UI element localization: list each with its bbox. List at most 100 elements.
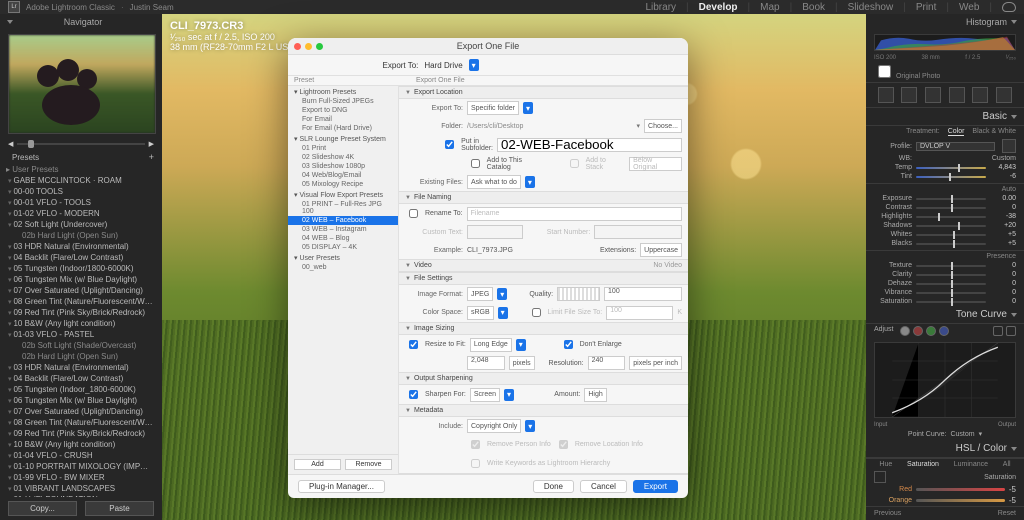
preset-item[interactable]: 03 HDR Natural (Environmental)	[8, 362, 154, 373]
preset-item[interactable]: 04 Backlit (Flare/Low Contrast)	[8, 373, 154, 384]
slider-shadows[interactable]: Shadows+20	[866, 221, 1024, 230]
previous-button[interactable]: Previous	[874, 510, 901, 517]
metadata-include-select[interactable]: Copyright Only	[467, 419, 521, 433]
plugin-manager-button[interactable]: Plug-in Manager...	[298, 480, 385, 493]
preset-item[interactable]: 03 Slideshow 1080p	[288, 162, 398, 171]
preset-item[interactable]: For Email (Hard Drive)	[288, 124, 398, 133]
module-book[interactable]: Book	[802, 2, 825, 13]
preset-item[interactable]: 02 WEB – Facebook	[288, 216, 398, 225]
preset-item[interactable]: For Email	[288, 115, 398, 124]
limit-checkbox[interactable]	[532, 308, 541, 317]
preset-item[interactable]: 05 DISPLAY – 4K	[288, 243, 398, 252]
preset-group[interactable]: ▾ SLR Lounge Preset System	[288, 133, 398, 144]
treatment-color[interactable]: Color	[948, 128, 965, 136]
user-presets-row[interactable]: ▸ User Presets	[0, 164, 162, 175]
sharpen-checkbox[interactable]	[409, 390, 418, 399]
cancel-button[interactable]: Cancel	[580, 480, 627, 493]
develop-canvas[interactable]: CLI_7973.CR3 ¹⁄₂₅₀ sec at f / 2.5, ISO 2…	[162, 14, 866, 520]
preset-item[interactable]: 09 Red Tint (Pink Sky/Brick/Redrock)	[8, 428, 154, 439]
brush-tool-icon[interactable]	[996, 87, 1012, 103]
presets-header[interactable]: Presets +	[0, 150, 162, 164]
export-to-select[interactable]: Hard Drive	[424, 61, 462, 70]
module-web[interactable]: Web	[959, 2, 979, 13]
preset-group[interactable]: ▾ User Presets	[288, 252, 398, 263]
slider-saturation[interactable]: Saturation0	[866, 297, 1024, 306]
reset-button[interactable]: Reset	[998, 510, 1016, 517]
sec-file-settings[interactable]: File Settings	[399, 272, 688, 285]
preset-item[interactable]: 06 Tungsten Mix (w/ Blue Daylight)	[8, 395, 154, 406]
preset-item[interactable]: 08 Green Tint (Nature/Fluorescent/Window…	[8, 296, 154, 307]
preset-item[interactable]: 05 Mixology Recipe	[288, 180, 398, 189]
preset-item[interactable]: 04 Web/Blog/Email	[288, 171, 398, 180]
preset-item[interactable]: 10 B&W (Any light condition)	[8, 439, 154, 450]
preset-item[interactable]: 01-03 VFLO - PASTEL	[8, 329, 154, 340]
subfolder-checkbox[interactable]	[445, 140, 454, 149]
sec-file-naming[interactable]: File Naming	[399, 191, 688, 204]
copy-button[interactable]: Copy...	[8, 501, 77, 516]
slider-tint[interactable]: Tint-6	[866, 172, 1024, 181]
hsl-tab-lum[interactable]: Luminance	[954, 461, 988, 468]
module-print[interactable]: Print	[916, 2, 937, 13]
subfolder-input[interactable]	[497, 138, 682, 152]
slider-blacks[interactable]: Blacks+5	[866, 239, 1024, 248]
module-library[interactable]: Library	[645, 2, 676, 13]
sharpen-for-select[interactable]: Screen	[470, 388, 500, 402]
colorspace-select[interactable]: sRGB	[467, 306, 494, 320]
target-adjust-icon[interactable]	[874, 471, 886, 483]
redeye-tool-icon[interactable]	[925, 87, 941, 103]
preset-item[interactable]: 08 Green Tint (Nature/Fluorescent/Window…	[8, 417, 154, 428]
sec-video[interactable]: VideoNo Video	[399, 259, 688, 272]
noenlarge-checkbox[interactable]	[564, 340, 573, 349]
hsl-tab-sat[interactable]: Saturation	[907, 461, 939, 468]
slider-temp[interactable]: Temp4,843	[866, 163, 1024, 172]
preset-item[interactable]: 02 Slideshow 4K	[288, 153, 398, 162]
preset-item[interactable]: GABE MCCLINTOCK · ROAM	[8, 175, 154, 186]
mask-tool-icon[interactable]	[949, 87, 965, 103]
gradient-tool-icon[interactable]	[972, 87, 988, 103]
hsl-header[interactable]: HSL / Color	[866, 440, 1024, 458]
preset-item[interactable]: 01-10 PORTRAIT MIXOLOGY (IMPORT)	[8, 461, 154, 472]
done-button[interactable]: Done	[533, 480, 574, 493]
hsl-tab-all[interactable]: All	[1003, 461, 1011, 468]
preset-item[interactable]: 00_web	[288, 263, 398, 272]
preset-remove-button[interactable]: Remove	[345, 459, 392, 470]
slider-whites[interactable]: Whites+5	[866, 230, 1024, 239]
preset-item[interactable]: 03 WEB – Instagram	[288, 225, 398, 234]
treatment-bw[interactable]: Black & White	[972, 128, 1016, 136]
export-button[interactable]: Export	[633, 480, 678, 493]
preset-item[interactable]: 10 B&W (Any light condition)	[8, 318, 154, 329]
preset-item[interactable]: 09 Red Tint (Pink Sky/Brick/Redrock)	[8, 307, 154, 318]
choose-folder-button[interactable]: Choose...	[644, 119, 682, 133]
dropdown-icon[interactable]: ▾	[523, 102, 533, 114]
tonecurve-channel[interactable]: Adjust	[866, 324, 1024, 338]
histogram[interactable]	[874, 34, 1016, 51]
wb-select[interactable]: Custom	[992, 155, 1016, 162]
preset-group[interactable]: ▾ Lightroom Presets	[288, 86, 398, 97]
preset-item[interactable]: 00-00 TOOLS	[8, 186, 154, 197]
preset-item[interactable]: 00-01 VFLO - TOOLS	[8, 197, 154, 208]
sharpen-amount-select[interactable]: High	[584, 388, 606, 402]
preset-item[interactable]: 01 PRINT – Full-Res JPG 100	[288, 200, 398, 216]
preset-item[interactable]: 02b Hard Light (Open Sun)	[8, 351, 154, 362]
slider-clarity[interactable]: Clarity0	[866, 270, 1024, 279]
basic-header[interactable]: Basic	[866, 108, 1024, 126]
profile-browser-icon[interactable]	[1002, 139, 1016, 153]
preset-item[interactable]: 01 VIBRANT LANDSCAPES	[8, 483, 154, 494]
preset-item[interactable]: 03 HDR Natural (Environmental)	[8, 241, 154, 252]
preset-item[interactable]: 06 Tungsten Mix (w/ Blue Daylight)	[8, 274, 154, 285]
navigator-zoom[interactable]: ◀ ▶	[0, 138, 162, 150]
sec-output-sharpening[interactable]: Output Sharpening	[399, 372, 688, 385]
preset-item[interactable]: 01 Print	[288, 144, 398, 153]
resize-checkbox[interactable]	[409, 340, 418, 349]
preset-item[interactable]: 07 Over Saturated (Uplight/Dancing)	[8, 285, 154, 296]
slider-texture[interactable]: Texture0	[866, 261, 1024, 270]
histogram-header[interactable]: Histogram	[866, 14, 1024, 30]
slider-highlights[interactable]: Highlights-38	[866, 212, 1024, 221]
preset-item[interactable]: 05 Tungsten (Indoor/1800-6000K)	[8, 263, 154, 274]
preset-item[interactable]: 02b Hard Light (Open Sun)	[8, 230, 154, 241]
module-map[interactable]: Map	[760, 2, 779, 13]
preset-item[interactable]: 01-02 VFLO - MODERN	[8, 208, 154, 219]
hsl-tab-hue[interactable]: Hue	[879, 461, 892, 468]
original-checkbox[interactable]	[878, 65, 891, 78]
ext-select[interactable]: Uppercase	[640, 243, 682, 257]
